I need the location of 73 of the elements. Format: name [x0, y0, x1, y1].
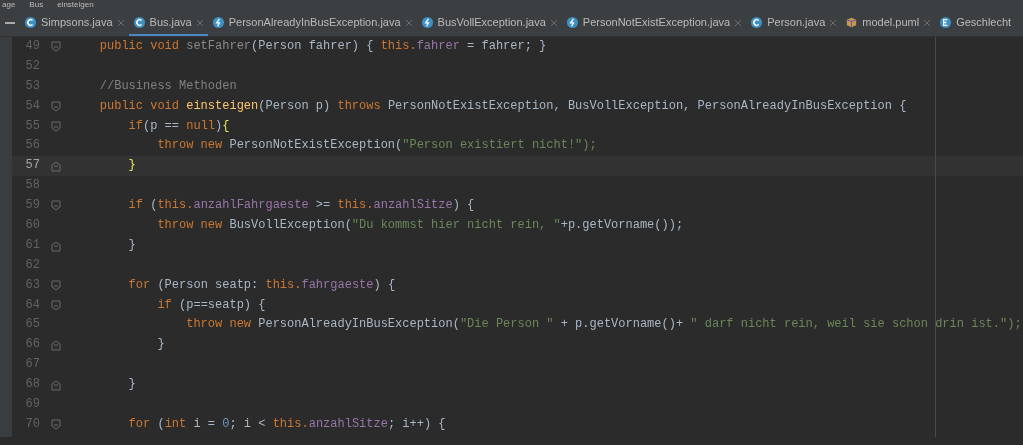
fold-icon[interactable] [50, 418, 61, 431]
close-icon[interactable] [734, 18, 743, 27]
fold-icon[interactable] [50, 239, 61, 252]
package-icon [845, 16, 859, 29]
close-icon[interactable] [195, 18, 204, 27]
close-icon[interactable] [404, 18, 413, 27]
line-number: 64 [24, 296, 40, 314]
editor-tab[interactable]: BusVollException.java [416, 9, 562, 36]
line-number: 53 [24, 77, 40, 95]
code-line: } [127, 236, 136, 254]
line-number: 54 [24, 97, 40, 115]
line-number: 69 [24, 396, 40, 414]
close-icon[interactable] [923, 18, 932, 27]
line-number: 60 [24, 217, 40, 234]
code-line: if(p == null){ [127, 117, 230, 135]
editor-tab[interactable]: Simpsons.java [20, 9, 129, 36]
code-line: } [127, 157, 136, 175]
lightning-icon [565, 16, 579, 29]
line-number: 63 [24, 276, 40, 294]
editor-tab[interactable]: model.puml [841, 9, 936, 36]
fold-icon[interactable] [50, 160, 61, 173]
fold-icon[interactable] [50, 200, 61, 213]
breadcrumb-item[interactable]: Bus [29, 0, 44, 9]
line-number: 52 [24, 57, 40, 75]
class-icon [750, 16, 764, 29]
code-line: //Business Methoden [98, 77, 237, 95]
fold-icon[interactable] [50, 299, 61, 312]
fold-icon[interactable] [50, 279, 61, 292]
line-number: 65 [24, 316, 40, 334]
close-icon[interactable] [829, 18, 838, 27]
fold-icon[interactable] [50, 120, 61, 133]
line-number: 59 [24, 197, 40, 215]
line-number: 49 [24, 38, 40, 55]
fold-icon[interactable] [50, 379, 61, 392]
breadcrumb-item[interactable]: einsteigen [57, 0, 94, 9]
code-line: public void einsteigen(Person p) throws PersonNotExistException, BusVollException, PersonAlreadyInBusException { [98, 97, 907, 115]
editor-tab[interactable]: Bus.java [128, 9, 208, 36]
class-icon [132, 16, 146, 29]
code-line: if (this.anzahlFahrgaeste >= this.anzahlSitze) { [127, 197, 475, 215]
editor-tab[interactable]: Person.java [746, 9, 842, 36]
line-number: 55 [24, 117, 40, 135]
fold-icon[interactable] [50, 40, 61, 53]
line-number: 61 [24, 236, 40, 254]
fold-icon[interactable] [50, 100, 61, 113]
line-number: 70 [24, 415, 40, 433]
code-line: public void setFahrer(Person fahrer) { this.fahrer = fahrer; } [98, 38, 547, 55]
enum-icon [939, 16, 953, 29]
class-icon [24, 16, 37, 29]
line-number: 56 [24, 137, 40, 155]
fold-icon[interactable] [50, 339, 61, 352]
line-number: 67 [24, 356, 40, 374]
editor-tab[interactable]: PersonNotExistException.java [561, 9, 747, 36]
lightning-icon [211, 16, 225, 29]
editor-tab[interactable]: Geschlecht [935, 9, 1016, 36]
code-line: if (p==seatp) { [156, 296, 266, 314]
line-number: 57 [24, 157, 40, 175]
code-line: throw new BusVollException("Du kommst hier nicht rein, "+p.getVorname()); [156, 217, 684, 234]
code-line: throw new PersonNotExistException("Person existiert nicht!"); [156, 137, 597, 155]
code-line: throw new PersonAlreadyInBusException("Die Person " + p.getVorname()+ " darf nicht rein, weil sie schon drin ist."); [185, 316, 1022, 334]
line-number: 58 [24, 177, 40, 195]
close-icon[interactable] [116, 18, 125, 27]
breadcrumb-item[interactable]: age [2, 0, 16, 9]
close-icon[interactable] [549, 18, 558, 27]
editor-tab[interactable]: PersonAlreadyInBusException.java [207, 9, 417, 36]
lightning-icon [420, 16, 434, 29]
code-line: } [156, 336, 165, 354]
code-line: for (int i = 0; i < this.anzahlSitze; i++) { [127, 415, 446, 433]
line-number: 62 [24, 256, 40, 274]
line-number: 66 [24, 336, 40, 354]
minimize-icon[interactable] [5, 21, 15, 24]
line-number: 68 [24, 376, 40, 394]
code-line: } [127, 376, 136, 394]
code-line: for (Person seatp: this.fahrgaeste) { [127, 276, 396, 294]
